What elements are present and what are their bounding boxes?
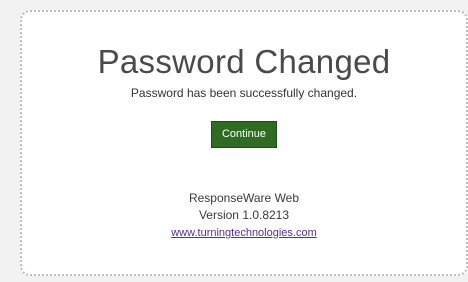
product-name: ResponseWare Web bbox=[188, 191, 300, 205]
success-message: Password has been successfully changed. bbox=[130, 86, 358, 100]
page-title: Password Changed bbox=[97, 43, 391, 80]
page: Password Changed Password has been succe… bbox=[0, 0, 468, 282]
password-changed-panel: Password Changed Password has been succe… bbox=[20, 10, 468, 276]
continue-button[interactable]: Continue bbox=[210, 121, 278, 148]
version-text: Version 1.0.8213 bbox=[198, 208, 290, 222]
footer: ResponseWare Web Version 1.0.8213 www.tu… bbox=[22, 190, 466, 242]
website-link[interactable]: www.turningtechnologies.com bbox=[171, 227, 317, 239]
